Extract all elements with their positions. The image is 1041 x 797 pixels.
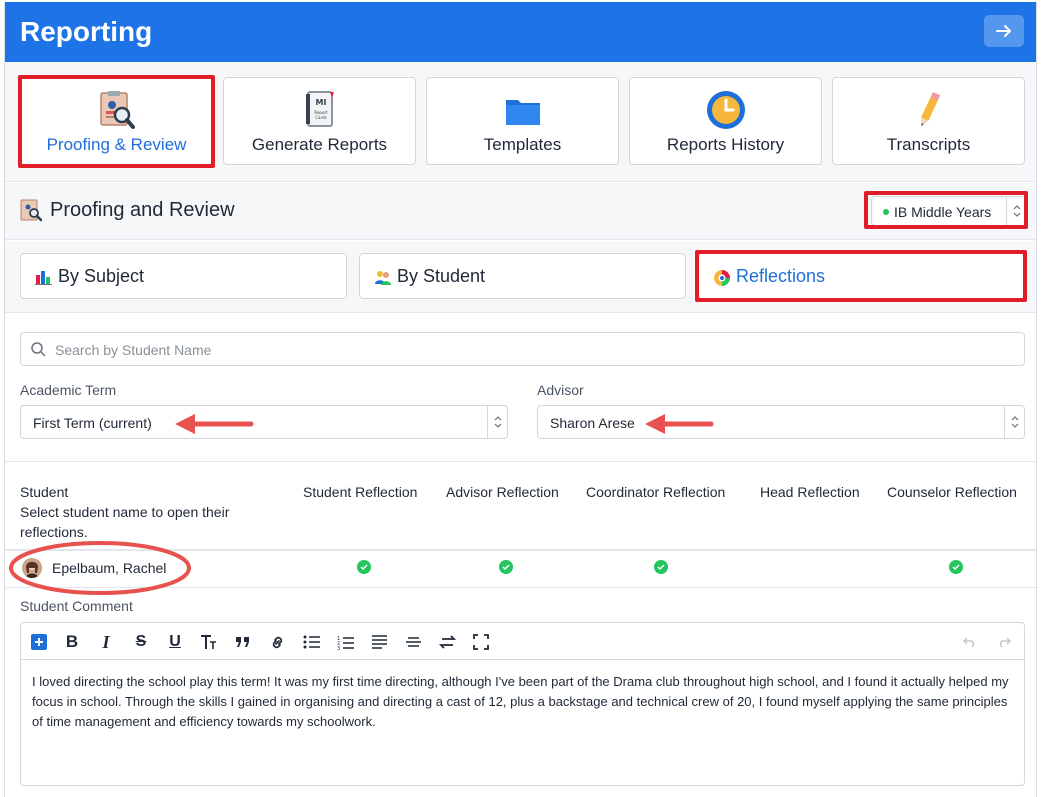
italic-icon: I [102, 631, 110, 652]
academic-term-label: Academic Term [20, 382, 117, 398]
module-label: Templates [483, 135, 562, 154]
module-label: Generate Reports [251, 135, 388, 154]
bold-icon: B [65, 632, 79, 651]
student-header-hint: Select student name to open their reflec… [20, 504, 230, 540]
editor-toolbar: B I S U 123 [21, 623, 1024, 660]
fullscreen-button[interactable] [471, 632, 491, 652]
bold-button[interactable]: B [62, 632, 82, 652]
module-templates[interactable]: Templates [426, 77, 619, 165]
check-icon [654, 560, 668, 574]
academic-term-select[interactable]: First Term (current) [20, 405, 508, 439]
search-input[interactable] [55, 339, 955, 361]
proofing-icon [20, 198, 43, 227]
align-left-icon [371, 635, 387, 649]
page-title: Reporting [20, 16, 153, 47]
check-icon [949, 560, 963, 574]
column-header-coordinator-reflection: Coordinator Reflection [586, 484, 726, 500]
tab-by-subject[interactable]: By Subject [20, 253, 347, 299]
module-label: Transcripts [886, 135, 971, 154]
fullscreen-icon [473, 634, 489, 650]
italic-button[interactable]: I [96, 632, 116, 652]
link-icon [272, 636, 282, 648]
strikethrough-button[interactable]: S [131, 632, 151, 652]
indent-button[interactable] [437, 632, 457, 652]
student-comment-text[interactable]: I loved directing the school play this t… [32, 672, 1012, 732]
student-name-link[interactable]: Epelbaum, Rachel [52, 560, 166, 576]
svg-text:MI: MI [315, 98, 326, 107]
module-label: Reports History [666, 135, 785, 154]
add-block-button[interactable] [29, 632, 49, 652]
column-header-counselor-reflection: Counselor Reflection [887, 484, 1017, 500]
numbered-list-icon: 123 [337, 636, 354, 650]
bullet-list-button[interactable] [301, 632, 321, 652]
bullet-list-icon [303, 635, 320, 649]
search-box [20, 332, 1025, 366]
module-generate-reports[interactable]: MI Report Cards Generate Reports [223, 77, 416, 165]
student-column-header: Student Select student name to open thei… [20, 482, 270, 542]
highlight-box-program [864, 191, 1028, 229]
check-icon [357, 560, 371, 574]
quote-button[interactable] [233, 632, 253, 652]
underline-button[interactable]: U [165, 632, 185, 652]
column-header-head-reflection: Head Reflection [760, 484, 860, 500]
bar-chart-icon [35, 269, 53, 290]
users-icon [374, 269, 392, 290]
reporting-page: Reporting Proofing & Review MI Report Ca… [4, 2, 1037, 797]
link-button[interactable] [267, 632, 287, 652]
folder-icon [427, 90, 618, 130]
tab-by-student[interactable]: By Student [359, 253, 686, 299]
report-cards-icon: MI Report Cards [224, 90, 415, 130]
comment-editor[interactable]: B I S U 123 I loved directing the school… [20, 622, 1025, 786]
select-arrows-icon [487, 406, 507, 438]
student-header-title: Student [20, 484, 69, 500]
highlight-box-proofing [18, 75, 215, 168]
column-header-student-reflection: Student Reflection [303, 484, 418, 500]
highlight-box-reflections [695, 250, 1027, 302]
student-comment-label: Student Comment [20, 598, 133, 614]
academic-term-value: First Term (current) [33, 415, 152, 431]
strikethrough-icon: S [135, 633, 147, 650]
clear-format-button[interactable] [199, 632, 219, 652]
header-bar: Reporting [5, 2, 1036, 62]
search-icon [31, 342, 46, 362]
avatar [22, 558, 42, 578]
quote-icon [236, 637, 249, 647]
align-left-button[interactable] [369, 632, 389, 652]
align-center-icon [405, 637, 421, 647]
tab-label: By Subject [58, 266, 145, 286]
advisor-select[interactable]: Sharon Arese [537, 405, 1025, 439]
undo-icon [963, 637, 975, 648]
divider [5, 461, 1036, 462]
arrow-right-icon [996, 25, 1011, 37]
navigate-forward-button[interactable] [984, 15, 1024, 47]
module-transcripts[interactable]: Transcripts [832, 77, 1025, 165]
tab-label: By Student [397, 266, 486, 286]
svg-text:Cards: Cards [315, 115, 326, 120]
underline-icon: U [169, 633, 181, 650]
section-title: Proofing and Review [50, 199, 235, 221]
clear-format-icon [201, 635, 216, 649]
undo-button[interactable] [960, 632, 980, 652]
indent-icon [438, 635, 456, 649]
svg-text:3: 3 [337, 646, 340, 650]
pencil-icon [833, 90, 1024, 130]
numbered-list-button[interactable]: 123 [335, 632, 355, 652]
advisor-label: Advisor [537, 382, 584, 398]
clock-icon [630, 90, 821, 130]
align-center-button[interactable] [403, 632, 423, 652]
redo-button[interactable] [994, 632, 1014, 652]
advisor-value: Sharon Arese [550, 415, 635, 431]
check-icon [499, 560, 513, 574]
redo-icon [999, 637, 1011, 648]
module-reports-history[interactable]: Reports History [629, 77, 822, 165]
column-header-advisor-reflection: Advisor Reflection [446, 484, 559, 500]
select-arrows-icon [1004, 406, 1024, 438]
